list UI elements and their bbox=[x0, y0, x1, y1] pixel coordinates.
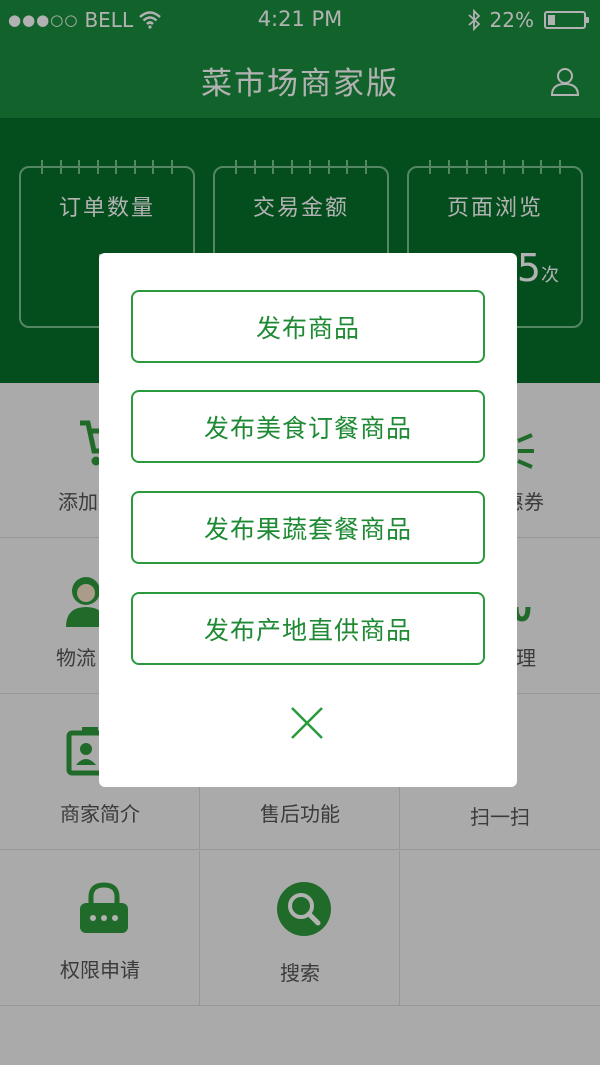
publish-farm-direct-button[interactable]: 发布产地直供商品 bbox=[131, 592, 485, 665]
publish-product-button[interactable]: 发布商品 bbox=[131, 290, 485, 363]
publish-food-order-button[interactable]: 发布美食订餐商品 bbox=[131, 390, 485, 463]
close-icon[interactable] bbox=[289, 705, 325, 741]
publish-produce-bundle-button[interactable]: 发布果蔬套餐商品 bbox=[131, 491, 485, 564]
publish-options-dialog: 发布商品 发布美食订餐商品 发布果蔬套餐商品 发布产地直供商品 bbox=[99, 253, 517, 787]
